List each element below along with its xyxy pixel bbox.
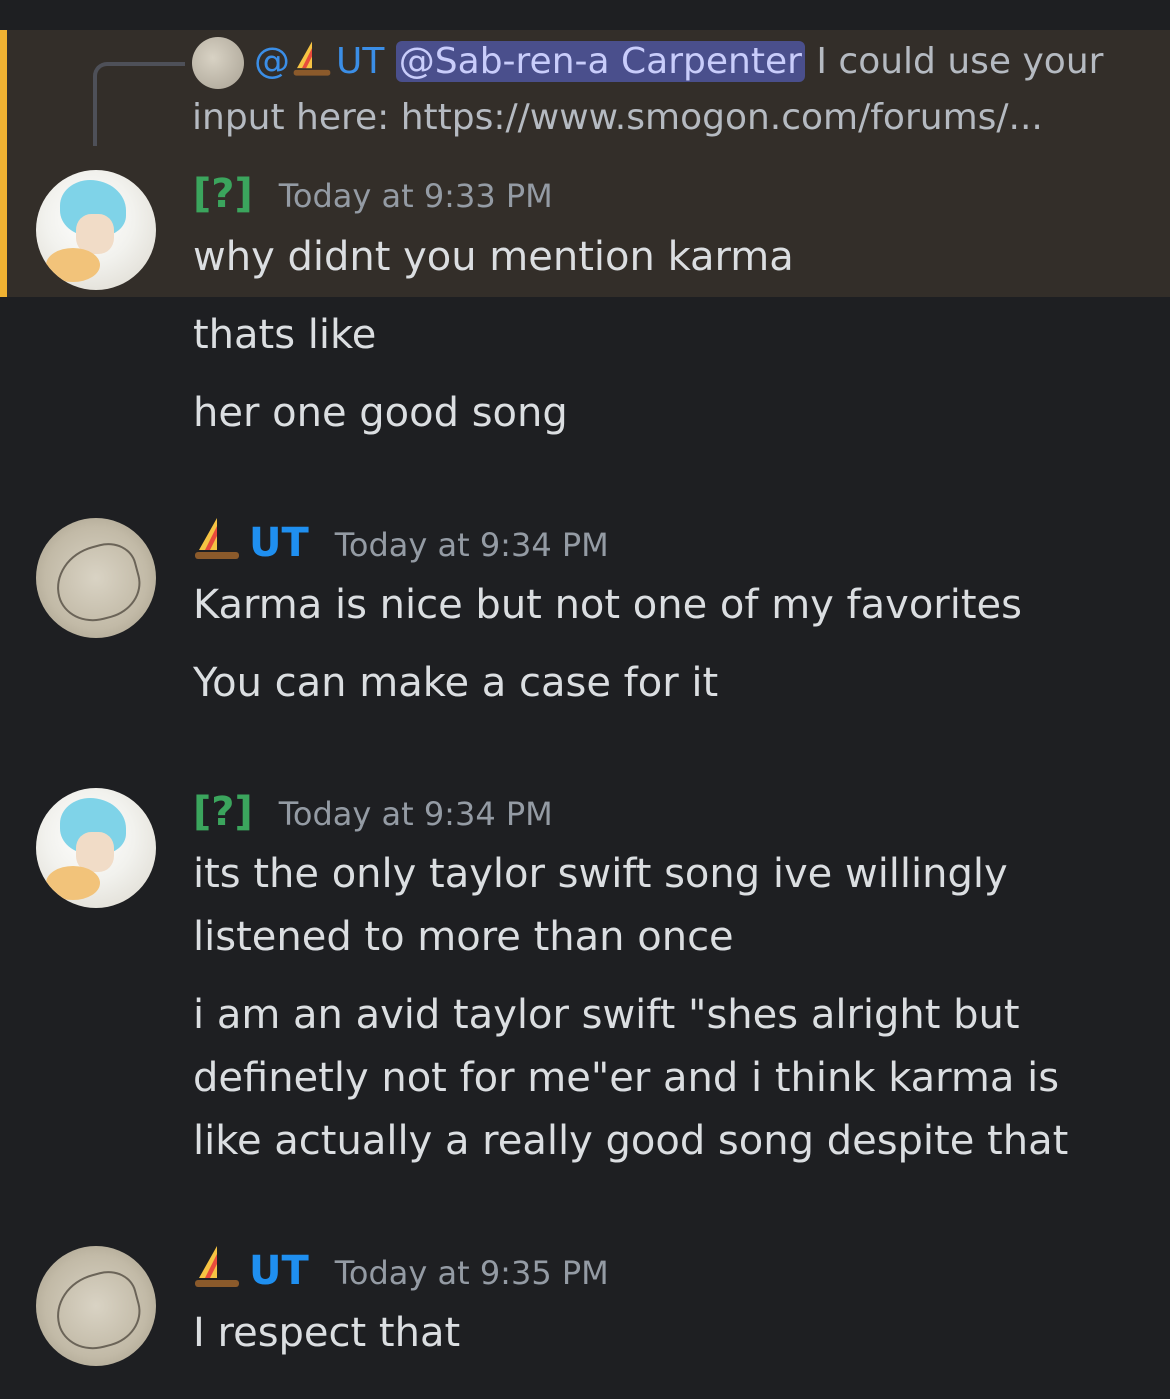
timestamp[interactable]: Today at 9:35 PM bbox=[335, 1254, 609, 1292]
message-text: thats like bbox=[193, 312, 377, 358]
message-text: I respect that bbox=[193, 1310, 461, 1356]
username[interactable]: [?] bbox=[193, 789, 253, 835]
message-text: its the only taylor swift song ive willi… bbox=[193, 851, 1008, 897]
avatar[interactable] bbox=[36, 170, 156, 290]
reply-connector bbox=[93, 62, 185, 146]
reply-avatar[interactable] bbox=[192, 37, 244, 89]
message-header: [?] Today at 9:34 PM bbox=[193, 786, 553, 838]
reply-preview-continued[interactable]: input here: https://www.smogon.com/forum… bbox=[192, 92, 1043, 144]
username[interactable]: UT bbox=[249, 1248, 309, 1294]
timestamp[interactable]: Today at 9:34 PM bbox=[279, 795, 553, 833]
username[interactable]: [?] bbox=[193, 171, 253, 217]
reply-preview[interactable]: @ UT @Sab-ren-a Carpenter I could use you… bbox=[192, 36, 1152, 89]
avatar[interactable] bbox=[36, 788, 156, 908]
username[interactable]: UT bbox=[249, 520, 309, 566]
message-header: UT Today at 9:35 PM bbox=[193, 1244, 609, 1297]
message-text: Karma is nice but not one of my favorite… bbox=[193, 582, 1022, 628]
message-text: like actually a really good song despite… bbox=[193, 1118, 1069, 1164]
avatar[interactable] bbox=[36, 1246, 156, 1366]
message-text: You can make a case for it bbox=[193, 660, 719, 706]
timestamp[interactable]: Today at 9:33 PM bbox=[279, 177, 553, 215]
reply-text: I could use your bbox=[804, 41, 1104, 82]
message-header: [?] Today at 9:33 PM bbox=[193, 168, 553, 220]
message-header: UT Today at 9:34 PM bbox=[193, 516, 609, 569]
reply-username[interactable]: UT bbox=[336, 41, 384, 82]
mention-highlight-bar bbox=[0, 30, 7, 297]
message-text: definetly not for me"er and i think karm… bbox=[193, 1055, 1060, 1101]
message-text: listened to more than once bbox=[193, 914, 734, 960]
message-text: why didnt you mention karma bbox=[193, 234, 794, 280]
message-text: i am an avid taylor swift "shes alright … bbox=[193, 992, 1020, 1038]
reply-mention[interactable]: @Sab-ren-a Carpenter bbox=[395, 41, 805, 82]
sailboat-icon bbox=[195, 518, 239, 559]
reply-at: @ bbox=[254, 41, 290, 82]
timestamp[interactable]: Today at 9:34 PM bbox=[335, 526, 609, 564]
sailboat-icon bbox=[195, 1246, 239, 1287]
sailboat-icon bbox=[293, 41, 331, 76]
message-text: her one good song bbox=[193, 390, 568, 436]
avatar[interactable] bbox=[36, 518, 156, 638]
